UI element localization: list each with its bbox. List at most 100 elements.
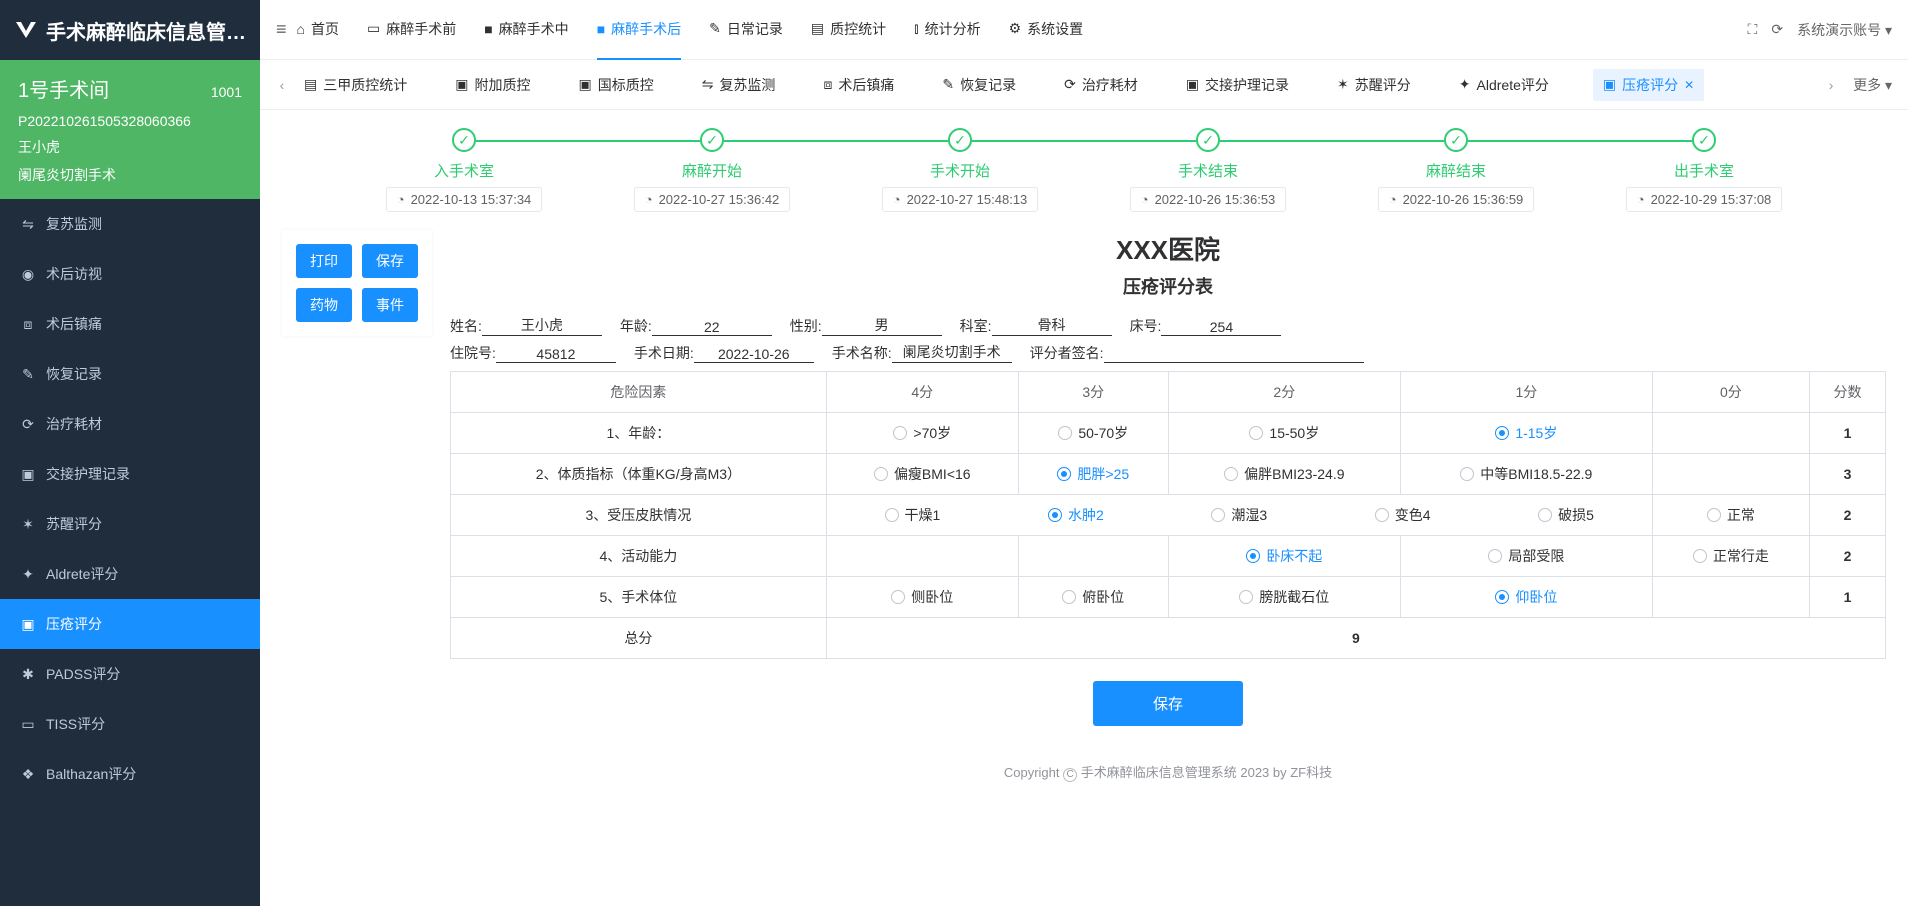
radio-option[interactable]: 俯卧位	[1062, 587, 1124, 607]
row-score: 2	[1809, 495, 1885, 536]
topnav-item-2[interactable]: ■麻醉手术中	[484, 0, 568, 60]
tab-6[interactable]: ⟳治疗耗材	[1060, 69, 1142, 101]
account-name[interactable]: 系统演示账号 ▾	[1797, 20, 1892, 40]
radio-option[interactable]: 正常	[1707, 505, 1755, 525]
topnav-item-6[interactable]: ⫾统计分析	[914, 0, 980, 60]
tabs-more[interactable]: 更多 ▾	[1845, 75, 1900, 95]
sidebar-item-0[interactable]: ⇋复苏监测	[0, 199, 260, 249]
radio-option[interactable]: 侧卧位	[891, 587, 953, 607]
fullscreen-icon[interactable]: ⛶	[1748, 21, 1758, 38]
topnav-icon: ⌂	[297, 21, 305, 37]
info-admit[interactable]: 45812	[496, 346, 616, 363]
nav-icon: ✱	[20, 666, 36, 683]
info-bed[interactable]: 254	[1161, 319, 1281, 336]
info-age[interactable]: 22	[652, 319, 772, 336]
radio-option[interactable]: 15-50岁	[1249, 423, 1319, 443]
tab-5[interactable]: ✎恢复记录	[938, 69, 1020, 101]
radio-dot-icon	[1058, 426, 1072, 440]
sidebar-item-4[interactable]: ⟳治疗耗材	[0, 399, 260, 449]
timeline-time[interactable]: ◔2022-10-27 15:48:13	[882, 187, 1039, 212]
timeline-time[interactable]: ◔2022-10-13 15:37:34	[386, 187, 543, 212]
topnav-item-3[interactable]: ■麻醉手术后	[597, 0, 681, 60]
info-surgery-name[interactable]: 阑尾炎切割手术	[892, 342, 1012, 363]
check-icon: ✓	[1692, 128, 1716, 152]
tab-8[interactable]: ✶苏醒评分	[1333, 69, 1415, 101]
topnav-item-4[interactable]: ✎日常记录	[709, 0, 783, 60]
sidebar-item-8[interactable]: ▣压疮评分	[0, 599, 260, 649]
info-dept[interactable]: 骨科	[992, 315, 1112, 336]
timeline-time[interactable]: ◔2022-10-26 15:36:53	[1130, 187, 1287, 212]
topnav-item-0[interactable]: ⌂首页	[297, 0, 339, 60]
form-area: XXX医院 压疮评分表 姓名:王小虎 年龄:22 性别:男 科室:骨科 床号:2…	[450, 230, 1886, 896]
timeline-time[interactable]: ◔2022-10-29 15:37:08	[1626, 187, 1783, 212]
tab-1[interactable]: ▣附加质控	[451, 69, 534, 101]
sidebar-item-2[interactable]: ⧈术后镇痛	[0, 299, 260, 349]
table-header: 1分	[1400, 372, 1652, 413]
radio-dot-icon	[1062, 590, 1076, 604]
nav-icon: ✶	[20, 516, 36, 533]
radio-option[interactable]: 偏胖BMI23-24.9	[1224, 464, 1344, 484]
drug-button[interactable]: 药物	[296, 288, 352, 322]
radio-option[interactable]: 变色4	[1375, 505, 1431, 525]
caret-down-icon: ▾	[1885, 22, 1892, 38]
refresh-icon[interactable]: ⟳	[1771, 21, 1783, 38]
radio-option[interactable]: 肥胖>25	[1057, 464, 1129, 484]
clock-icon: ◔	[1389, 192, 1397, 207]
row-score: 1	[1809, 413, 1885, 454]
radio-option[interactable]: 干燥1	[885, 505, 941, 525]
topnav-item-5[interactable]: ▤质控统计	[811, 0, 886, 60]
sidebar-item-1[interactable]: ◉术后访视	[0, 249, 260, 299]
tab-2[interactable]: ▣国标质控	[574, 69, 657, 101]
submit-button[interactable]: 保存	[1093, 681, 1243, 726]
radio-option[interactable]: 卧床不起	[1246, 546, 1322, 566]
radio-option[interactable]: 潮湿3	[1211, 505, 1267, 525]
tab-0[interactable]: ▤三甲质控统计	[300, 69, 411, 101]
tab-4[interactable]: ⧈术后镇痛	[819, 69, 898, 101]
topnav-icon: ■	[597, 21, 605, 37]
radio-option[interactable]: 1-15岁	[1495, 423, 1557, 443]
radio-option[interactable]: 50-70岁	[1058, 423, 1128, 443]
sidebar-item-10[interactable]: ▭TISS评分	[0, 699, 260, 749]
radio-option[interactable]: >70岁	[893, 423, 951, 443]
radio-option[interactable]: 水肿2	[1048, 505, 1104, 525]
sidebar-item-3[interactable]: ✎恢复记录	[0, 349, 260, 399]
info-signer[interactable]	[1104, 362, 1364, 363]
tab-3[interactable]: ⇋复苏监测	[698, 69, 780, 101]
sidebar: 手术麻醉临床信息管… 1号手术间 1001 P20221026150532806…	[0, 0, 260, 906]
sidebar-item-5[interactable]: ▣交接护理记录	[0, 449, 260, 499]
radio-option[interactable]: 偏瘦BMI<16	[874, 464, 971, 484]
info-name[interactable]: 王小虎	[482, 315, 602, 336]
tab-scroll-left[interactable]: ‹	[268, 77, 296, 93]
event-button[interactable]: 事件	[362, 288, 418, 322]
sidebar-item-9[interactable]: ✱PADSS评分	[0, 649, 260, 699]
radio-option[interactable]: 膀胱截石位	[1239, 587, 1329, 607]
radio-option[interactable]: 正常行走	[1693, 546, 1769, 566]
radio-option[interactable]: 中等BMI18.5-22.9	[1460, 464, 1592, 484]
radio-option[interactable]: 仰卧位	[1495, 587, 1557, 607]
radio-option[interactable]: 破损5	[1538, 505, 1594, 525]
nav-icon: ⇋	[20, 216, 36, 233]
sidebar-item-11[interactable]: ❖Balthazan评分	[0, 749, 260, 799]
fold-icon[interactable]: ≡	[276, 19, 287, 40]
nav-icon: ❖	[20, 766, 36, 783]
table-header: 0分	[1652, 372, 1809, 413]
close-icon[interactable]: ✕	[1684, 78, 1694, 92]
side-nav: ⇋复苏监测◉术后访视⧈术后镇痛✎恢复记录⟳治疗耗材▣交接护理记录✶苏醒评分✦Al…	[0, 199, 260, 906]
radio-option[interactable]: 局部受限	[1488, 546, 1564, 566]
topnav-item-1[interactable]: ▭麻醉手术前	[367, 0, 456, 60]
print-button[interactable]: 打印	[296, 244, 352, 278]
sidebar-item-7[interactable]: ✦Aldrete评分	[0, 549, 260, 599]
topnav-item-7[interactable]: ⚙系统设置	[1009, 0, 1084, 60]
sidebar-item-6[interactable]: ✶苏醒评分	[0, 499, 260, 549]
tab-scroll-right[interactable]: ›	[1817, 77, 1845, 93]
tab-9[interactable]: ✦Aldrete评分	[1455, 69, 1553, 101]
nav-icon: ✎	[20, 366, 36, 383]
info-surgery-date[interactable]: 2022-10-26	[694, 346, 814, 363]
timeline-time[interactable]: ◔2022-10-27 15:36:42	[634, 187, 791, 212]
info-gender[interactable]: 男	[822, 315, 942, 336]
check-icon: ✓	[452, 128, 476, 152]
tab-7[interactable]: ▣交接护理记录	[1182, 69, 1293, 101]
save-button[interactable]: 保存	[362, 244, 418, 278]
timeline-time[interactable]: ◔2022-10-26 15:36:59	[1378, 187, 1535, 212]
tab-10[interactable]: ▣压疮评分✕	[1593, 69, 1704, 101]
